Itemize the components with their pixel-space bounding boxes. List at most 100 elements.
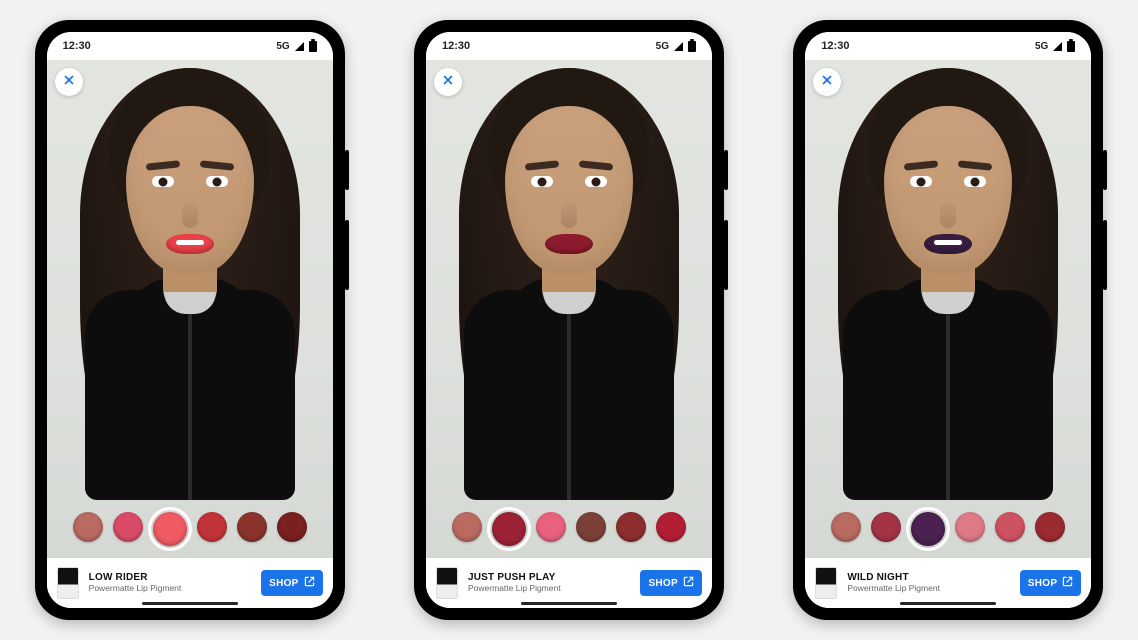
ar-camera-view: LOW RIDER Powermatte Lip Pigment SHOP <box>47 60 333 608</box>
color-swatch[interactable] <box>616 512 646 542</box>
status-bar: 12:30 5G <box>805 32 1091 60</box>
status-network: 5G <box>656 41 669 52</box>
phone-side-button <box>345 150 349 190</box>
zipper <box>567 290 571 500</box>
face <box>505 106 633 274</box>
nose <box>561 202 577 228</box>
lips <box>545 234 593 254</box>
eye <box>585 176 607 187</box>
signal-icon <box>1053 42 1062 51</box>
eyebrow <box>958 160 993 171</box>
phone-side-button <box>724 220 728 290</box>
color-swatch[interactable] <box>911 512 945 546</box>
phone-mockup: 12:30 5G <box>35 20 345 620</box>
status-time: 12:30 <box>442 40 470 52</box>
eyebrow <box>904 160 939 171</box>
eyebrow <box>145 160 180 171</box>
product-text: JUST PUSH PLAY Powermatte Lip Pigment <box>468 572 630 593</box>
nose <box>940 202 956 228</box>
product-bar: LOW RIDER Powermatte Lip Pigment SHOP <box>47 558 333 608</box>
ar-camera-view: WILD NIGHT Powermatte Lip Pigment SHOP <box>805 60 1091 608</box>
eye <box>531 176 553 187</box>
color-swatch[interactable] <box>153 512 187 546</box>
shop-button[interactable]: SHOP <box>640 570 702 596</box>
phone-screen: 12:30 5G <box>805 32 1091 608</box>
external-link-icon <box>683 576 694 590</box>
color-swatch-row <box>805 512 1091 546</box>
shop-button-label: SHOP <box>269 578 299 589</box>
zipper <box>188 290 192 500</box>
status-bar: 12:30 5G <box>426 32 712 60</box>
zipper <box>946 290 950 500</box>
face <box>884 106 1012 274</box>
color-swatch[interactable] <box>492 512 526 546</box>
external-link-icon <box>304 576 315 590</box>
face <box>126 106 254 274</box>
color-swatch-row <box>47 512 333 546</box>
teeth <box>934 240 962 245</box>
eyebrow <box>199 160 234 171</box>
color-swatch[interactable] <box>277 512 307 542</box>
eye <box>206 176 228 187</box>
color-swatch[interactable] <box>197 512 227 542</box>
color-swatch[interactable] <box>452 512 482 542</box>
user-portrait <box>833 64 1063 494</box>
color-swatch[interactable] <box>955 512 985 542</box>
phone-side-button <box>1103 220 1107 290</box>
color-swatch[interactable] <box>113 512 143 542</box>
phone-side-button <box>724 150 728 190</box>
color-swatch[interactable] <box>536 512 566 542</box>
close-icon <box>820 73 834 92</box>
battery-icon <box>309 41 317 52</box>
product-subtitle: Powermatte Lip Pigment <box>847 584 1009 594</box>
phone-screen: 12:30 5G <box>426 32 712 608</box>
phone-mockup: 12:30 5G <box>793 20 1103 620</box>
shop-button[interactable]: SHOP <box>261 570 323 596</box>
user-portrait <box>454 64 684 494</box>
status-network: 5G <box>276 41 289 52</box>
eyebrow <box>579 160 614 171</box>
phone-screen: 12:30 5G <box>47 32 333 608</box>
color-swatch[interactable] <box>237 512 267 542</box>
color-swatch-row <box>426 512 712 546</box>
product-thumbnail <box>57 567 79 599</box>
external-link-icon <box>1062 576 1073 590</box>
shop-button[interactable]: SHOP <box>1020 570 1082 596</box>
home-indicator[interactable] <box>521 602 617 605</box>
product-bar: JUST PUSH PLAY Powermatte Lip Pigment SH… <box>426 558 712 608</box>
color-swatch[interactable] <box>73 512 103 542</box>
nose <box>182 202 198 228</box>
eye <box>964 176 986 187</box>
status-bar: 12:30 5G <box>47 32 333 60</box>
ar-camera-view: JUST PUSH PLAY Powermatte Lip Pigment SH… <box>426 60 712 608</box>
user-portrait <box>75 64 305 494</box>
phone-side-button <box>345 220 349 290</box>
close-icon <box>441 73 455 92</box>
signal-icon <box>295 42 304 51</box>
shop-button-label: SHOP <box>1028 578 1058 589</box>
phone-side-button <box>1103 150 1107 190</box>
color-swatch[interactable] <box>576 512 606 542</box>
close-icon <box>62 73 76 92</box>
product-bar: WILD NIGHT Powermatte Lip Pigment SHOP <box>805 558 1091 608</box>
color-swatch[interactable] <box>1035 512 1065 542</box>
product-subtitle: Powermatte Lip Pigment <box>468 584 630 594</box>
phone-mockup: 12:30 5G <box>414 20 724 620</box>
eyebrow <box>525 160 560 171</box>
home-indicator[interactable] <box>142 602 238 605</box>
status-time: 12:30 <box>821 40 849 52</box>
product-text: WILD NIGHT Powermatte Lip Pigment <box>847 572 1009 593</box>
product-subtitle: Powermatte Lip Pigment <box>89 584 251 594</box>
color-swatch[interactable] <box>831 512 861 542</box>
shop-button-label: SHOP <box>648 578 678 589</box>
signal-icon <box>674 42 683 51</box>
home-indicator[interactable] <box>900 602 996 605</box>
color-swatch[interactable] <box>871 512 901 542</box>
color-swatch[interactable] <box>995 512 1025 542</box>
eye <box>910 176 932 187</box>
product-thumbnail <box>815 567 837 599</box>
teeth <box>176 240 204 245</box>
product-thumbnail <box>436 567 458 599</box>
eye <box>152 176 174 187</box>
color-swatch[interactable] <box>656 512 686 542</box>
